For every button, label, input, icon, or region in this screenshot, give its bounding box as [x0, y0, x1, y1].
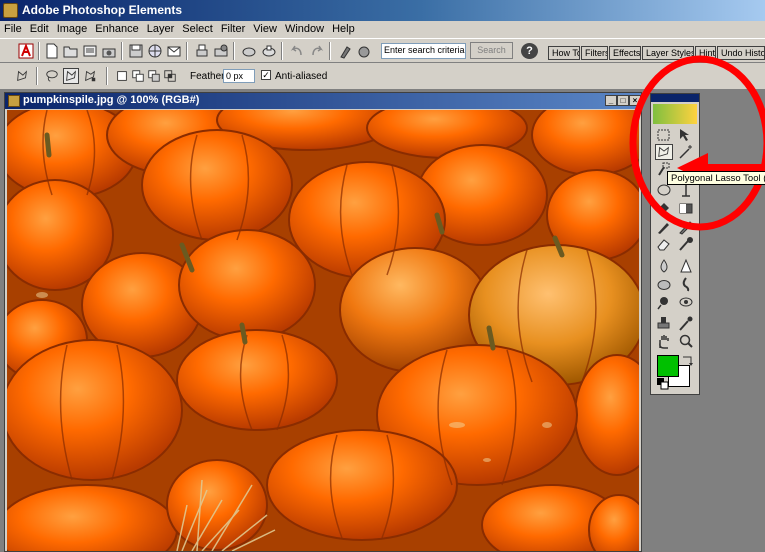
move-tool-icon[interactable]: [677, 127, 695, 143]
options-separator: [36, 67, 38, 85]
document-icon: [8, 95, 20, 107]
pumpkins-photo: [7, 110, 639, 551]
palette-tab-hints[interactable]: Hints: [695, 46, 716, 60]
step-backward-icon[interactable]: [289, 43, 305, 59]
clone-stamp-icon[interactable]: [655, 315, 673, 331]
new-file-icon[interactable]: [44, 43, 60, 59]
toolbar-separator: [329, 42, 331, 60]
current-tool-polygonal-lasso-icon[interactable]: [14, 68, 30, 84]
gradient-tool-icon[interactable]: [677, 200, 695, 216]
polygonal-lasso-option-icon[interactable]: [63, 68, 79, 84]
lasso-tool-icon[interactable]: [44, 68, 60, 84]
menu-enhance[interactable]: Enhance: [91, 21, 142, 35]
palette-tab-undo-history[interactable]: Undo History: [717, 46, 765, 60]
photoshop-app-icon: [3, 3, 18, 18]
app-title: Adobe Photoshop Elements: [22, 3, 183, 17]
foreground-color-swatch[interactable]: [657, 355, 679, 377]
menu-filter[interactable]: Filter: [217, 21, 249, 35]
marquee-tool-icon[interactable]: [655, 127, 673, 143]
sponge-tool-icon[interactable]: [655, 276, 673, 292]
print-online-icon[interactable]: [261, 43, 277, 59]
menu-edit[interactable]: Edit: [26, 21, 53, 35]
magic-wand-icon[interactable]: [677, 144, 695, 160]
image-canvas[interactable]: [7, 110, 639, 551]
document-title: pumpkinspile.jpg @ 100% (RGB#): [23, 94, 200, 106]
document-window: pumpkinspile.jpg @ 100% (RGB#) _ □ ×: [4, 92, 642, 552]
color-variations-icon[interactable]: [356, 43, 372, 59]
toolbar-separator: [233, 42, 235, 60]
dodge-tool-icon[interactable]: [655, 294, 673, 310]
menu-bar: File Edit Image Enhance Layer Select Filter Vie…: [0, 21, 765, 38]
anti-aliased-checkbox[interactable]: ✓: [261, 70, 271, 80]
zoom-tool-icon[interactable]: [677, 333, 695, 349]
brush-tool-icon[interactable]: [655, 219, 673, 235]
maximize-button[interactable]: □: [617, 95, 629, 106]
eyedropper-icon[interactable]: [677, 315, 695, 331]
menu-view[interactable]: View: [249, 21, 281, 35]
sharpen-tool-icon[interactable]: [677, 258, 695, 274]
impressionist-brush-icon[interactable]: [677, 236, 695, 252]
add-to-selection-icon[interactable]: [130, 68, 146, 84]
toolbox-title-bar[interactable]: [651, 94, 699, 102]
adobe-online-icon[interactable]: [18, 43, 34, 59]
file-browser-icon[interactable]: [82, 43, 98, 59]
print-preview-icon[interactable]: [194, 43, 210, 59]
smudge-tool-icon[interactable]: [677, 276, 695, 292]
menu-help[interactable]: Help: [328, 21, 359, 35]
open-folder-icon[interactable]: [63, 43, 79, 59]
polygonal-lasso-tool-icon[interactable]: [655, 144, 673, 160]
blur-tool-icon[interactable]: [655, 258, 673, 274]
step-forward-icon[interactable]: [309, 43, 325, 59]
menu-layer[interactable]: Layer: [143, 21, 179, 35]
toolbar-separator: [121, 42, 123, 60]
paint-bucket-icon[interactable]: [655, 200, 673, 216]
subtract-from-selection-icon[interactable]: [146, 68, 162, 84]
menu-window[interactable]: Window: [281, 21, 328, 35]
feather-label: Feather:: [190, 71, 228, 82]
options-separator: [106, 67, 108, 85]
feather-input[interactable]: 0 px: [223, 69, 255, 83]
close-button[interactable]: ×: [629, 95, 641, 106]
search-input[interactable]: Enter search criteria: [381, 43, 466, 59]
tool-options-bar: Feather: 0 px ✓ Anti-aliased: [0, 63, 765, 90]
toolbar-separator: [281, 42, 283, 60]
palette-tab-filters[interactable]: Filters: [581, 46, 608, 60]
help-button[interactable]: ?: [521, 43, 538, 59]
burn-tool-icon[interactable]: [677, 294, 695, 310]
quick-fix-icon[interactable]: [337, 43, 353, 59]
menu-image[interactable]: Image: [53, 21, 92, 35]
toolbox-logo: [653, 104, 697, 124]
eraser-tool-icon[interactable]: [655, 236, 673, 252]
title-bar: Adobe Photoshop Elements: [0, 0, 765, 21]
import-icon[interactable]: [101, 43, 117, 59]
toolbox: [650, 93, 700, 395]
pencil-tool-icon[interactable]: [677, 219, 695, 235]
tool-tooltip: Polygonal Lasso Tool (L): [667, 171, 765, 185]
save-for-web-icon[interactable]: [147, 43, 163, 59]
toolbar-separator: [38, 42, 40, 60]
new-selection-icon[interactable]: [114, 68, 130, 84]
toolbar-separator: [186, 42, 188, 60]
palette-tab-effects[interactable]: Effects: [609, 46, 641, 60]
hand-tool-icon[interactable]: [655, 333, 673, 349]
shortcuts-toolbar: Enter search criteria Search ? How To Fi…: [0, 38, 765, 63]
anti-aliased-label: Anti-aliased: [275, 71, 328, 82]
palette-tab-how-to[interactable]: How To: [548, 46, 580, 60]
save-icon[interactable]: [128, 43, 144, 59]
menu-file[interactable]: File: [0, 21, 26, 35]
document-title-bar[interactable]: pumpkinspile.jpg @ 100% (RGB#) _ □ ×: [5, 93, 641, 109]
print-icon[interactable]: [213, 43, 229, 59]
search-button[interactable]: Search: [470, 42, 513, 59]
intersect-selection-icon[interactable]: [162, 68, 178, 84]
minimize-button[interactable]: _: [605, 95, 617, 106]
online-services-icon[interactable]: [241, 43, 257, 59]
menu-select[interactable]: Select: [178, 21, 217, 35]
magnetic-lasso-icon[interactable]: [82, 68, 98, 84]
attach-to-email-icon[interactable]: [166, 43, 182, 59]
palette-tab-layer-styles[interactable]: Layer Styles: [642, 46, 694, 60]
